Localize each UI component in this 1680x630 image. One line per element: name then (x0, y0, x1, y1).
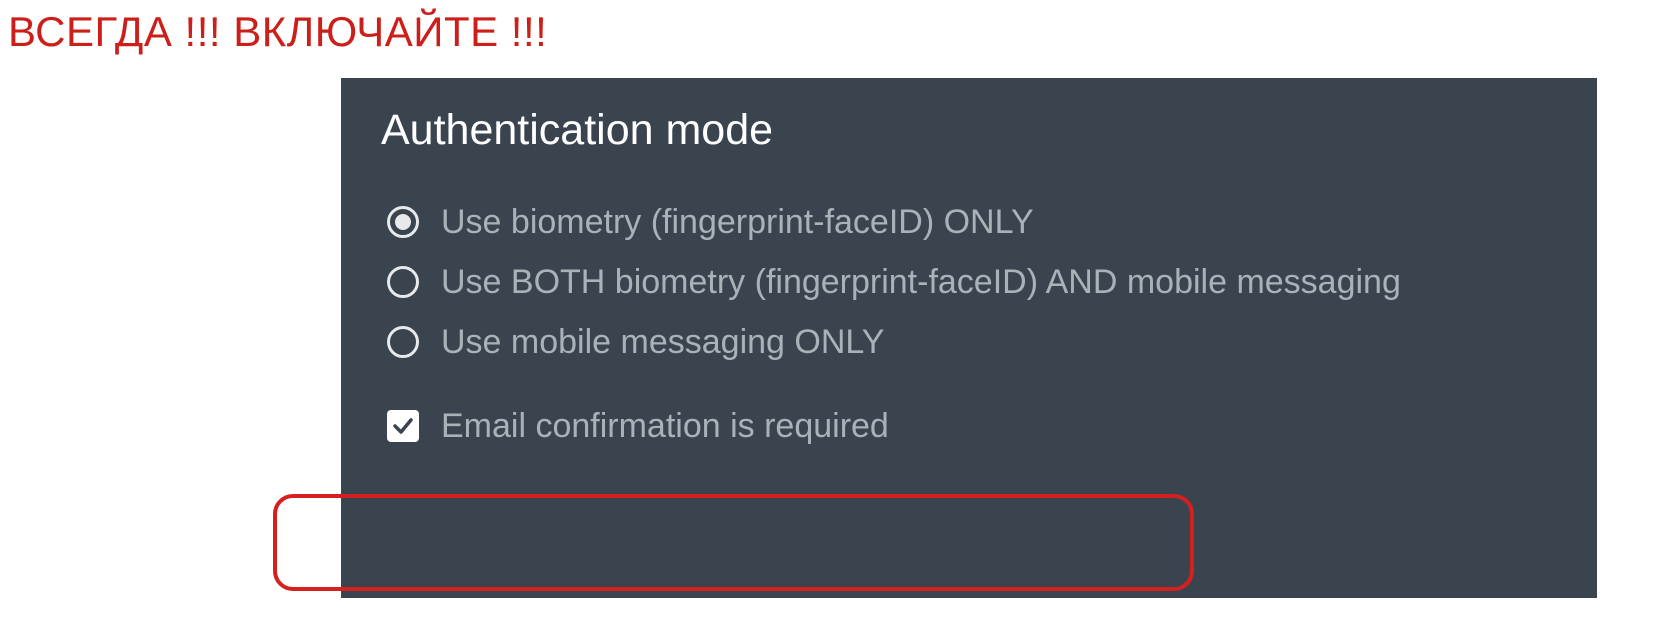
email-confirmation-row[interactable]: Email confirmation is required (381, 409, 1557, 443)
auth-option-label: Use mobile messaging ONLY (441, 325, 884, 359)
radio-dot-icon (395, 214, 411, 230)
auth-options-group: Use biometry (fingerprint-faceID) ONLY U… (381, 205, 1557, 359)
auth-option-label: Use biometry (fingerprint-faceID) ONLY (441, 205, 1034, 239)
radio-icon (387, 206, 419, 238)
panel-title: Authentication mode (381, 106, 1557, 155)
email-confirmation-label: Email confirmation is required (441, 409, 889, 443)
checkmark-icon (391, 414, 415, 438)
auth-option-both[interactable]: Use BOTH biometry (fingerprint-faceID) A… (387, 265, 1557, 299)
warning-text: ВСЕГДА !!! ВКЛЮЧАЙТЕ !!! (8, 8, 547, 56)
checkbox-checked-icon (387, 410, 419, 442)
auth-mode-panel: Authentication mode Use biometry (finger… (341, 78, 1597, 598)
auth-option-mobile-only[interactable]: Use mobile messaging ONLY (387, 325, 1557, 359)
auth-option-biometry-only[interactable]: Use biometry (fingerprint-faceID) ONLY (387, 205, 1557, 239)
auth-option-label: Use BOTH biometry (fingerprint-faceID) A… (441, 265, 1401, 299)
radio-icon (387, 326, 419, 358)
radio-icon (387, 266, 419, 298)
